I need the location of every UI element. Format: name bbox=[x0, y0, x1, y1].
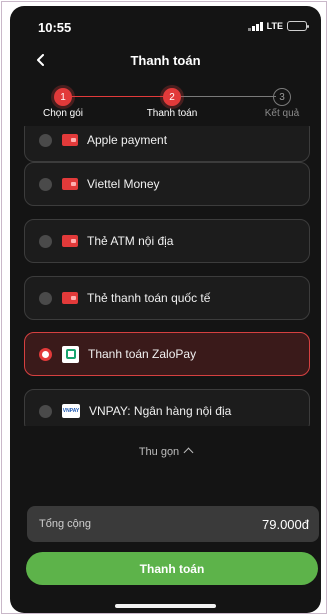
wallet-icon bbox=[62, 134, 78, 146]
step-label: Chọn gói bbox=[42, 108, 84, 119]
payment-option-viettel-money[interactable]: Viettel Money bbox=[24, 162, 310, 206]
payment-option-atm[interactable]: Thẻ ATM nội địa bbox=[24, 219, 310, 263]
wallet-icon bbox=[62, 178, 78, 190]
payment-option-international-card[interactable]: Thẻ thanh toán quốc tế bbox=[24, 276, 310, 320]
radio-button[interactable] bbox=[39, 404, 52, 418]
total-value: 79.000đ bbox=[262, 516, 309, 532]
payment-option-label: Thẻ ATM nội địa bbox=[87, 234, 174, 248]
payment-method-list: Apple payment Viettel Money Thẻ ATM nội … bbox=[10, 126, 321, 426]
network-type: LTE bbox=[266, 21, 283, 31]
step-number: 1 bbox=[54, 88, 72, 106]
total-label: Tổng cộng bbox=[39, 518, 91, 530]
payment-option-label: VNPAY: Ngân hàng nội địa bbox=[89, 404, 232, 418]
radio-button-selected[interactable] bbox=[39, 347, 52, 361]
payment-option-vnpay[interactable]: VNPAY VNPAY: Ngân hàng nội địa bbox=[24, 389, 310, 426]
step-number: 3 bbox=[273, 88, 291, 106]
payment-option-apple[interactable]: Apple payment bbox=[24, 126, 310, 162]
wallet-icon bbox=[62, 235, 78, 247]
checkout-stepper: 1 Chọn gói 2 Thanh toán 3 Kết quả bbox=[10, 86, 321, 126]
wallet-icon bbox=[62, 292, 78, 304]
zalopay-icon bbox=[62, 345, 79, 363]
status-time: 10:55 bbox=[38, 20, 72, 35]
step-label: Thanh toán bbox=[146, 108, 198, 119]
radio-button[interactable] bbox=[39, 291, 52, 305]
status-indicators: LTE bbox=[247, 21, 309, 31]
battery-icon bbox=[287, 21, 309, 31]
header: Thanh toán bbox=[10, 44, 321, 78]
step-label: Kết quả bbox=[264, 108, 300, 119]
vnpay-icon: VNPAY bbox=[62, 404, 80, 418]
phone-screen: 10:55 LTE Thanh toán 1 Chọn gói 2 Thanh … bbox=[10, 6, 321, 613]
status-bar: 10:55 LTE bbox=[10, 6, 321, 44]
payment-option-label: Apple payment bbox=[87, 133, 168, 147]
pay-button[interactable]: Thanh toán bbox=[26, 552, 318, 585]
chevron-up-icon bbox=[183, 447, 194, 458]
step-number: 2 bbox=[163, 88, 181, 106]
radio-button[interactable] bbox=[39, 234, 52, 248]
payment-option-label: Thanh toán ZaloPay bbox=[88, 347, 197, 361]
screenshot-frame: 10:55 LTE Thanh toán 1 Chọn gói 2 Thanh … bbox=[1, 1, 327, 614]
home-indicator[interactable] bbox=[115, 604, 216, 608]
payment-option-label: Viettel Money bbox=[87, 177, 160, 191]
collapse-toggle[interactable]: Thu gọn bbox=[10, 446, 321, 458]
page-title: Thanh toán bbox=[130, 53, 201, 68]
signal-icon bbox=[247, 21, 263, 31]
payment-option-zalopay[interactable]: Thanh toán ZaloPay bbox=[24, 332, 310, 376]
total-summary: Tổng cộng 79.000đ bbox=[27, 506, 319, 542]
step-payment: 2 Thanh toán bbox=[132, 86, 212, 119]
step-result: 3 Kết quả bbox=[242, 86, 321, 119]
payment-option-label: Thẻ thanh toán quốc tế bbox=[87, 291, 211, 305]
radio-button[interactable] bbox=[39, 133, 52, 147]
step-choose-package[interactable]: 1 Chọn gói bbox=[23, 86, 103, 119]
radio-button[interactable] bbox=[39, 177, 52, 191]
collapse-label: Thu gọn bbox=[138, 446, 180, 458]
